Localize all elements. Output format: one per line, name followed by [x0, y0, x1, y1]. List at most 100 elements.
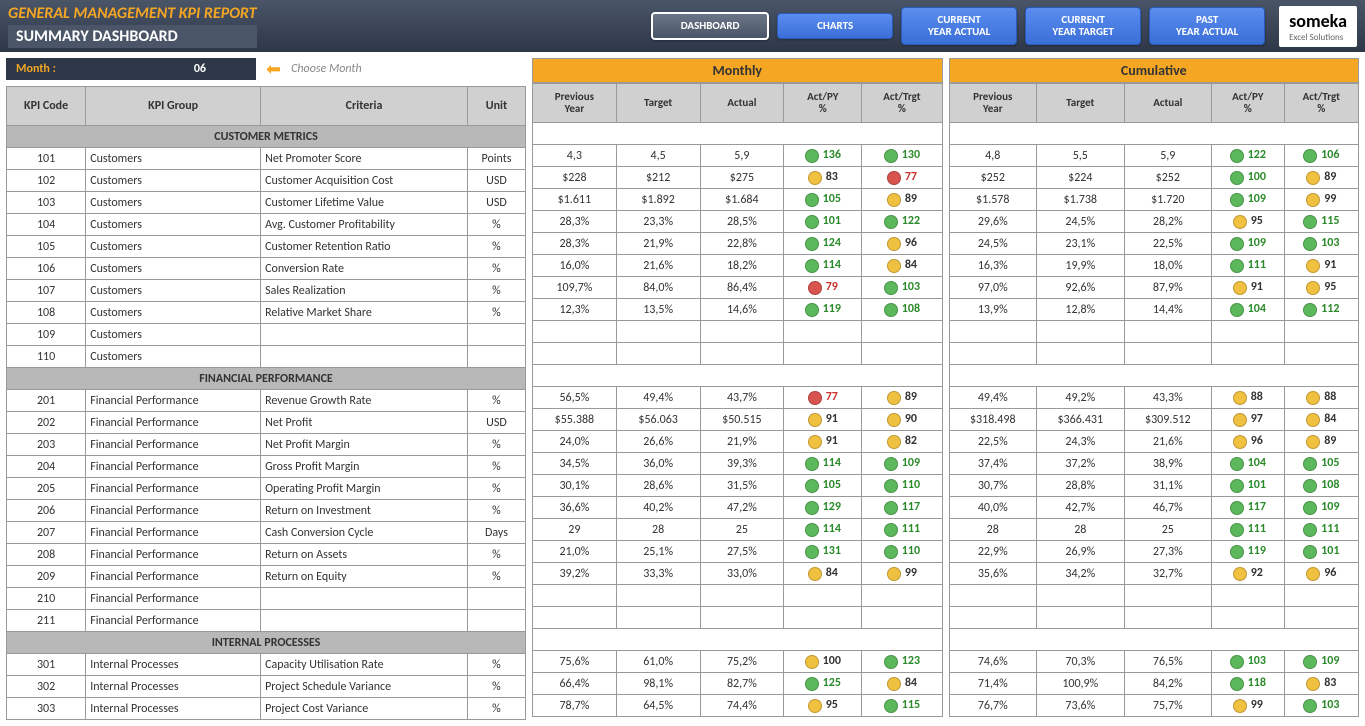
status-dot-icon [1230, 237, 1244, 251]
section-header: INTERNAL PROCESSES [7, 632, 526, 654]
status-dot-icon [1230, 523, 1244, 537]
data-row: $1.611$1.892$1.68410589 [533, 189, 943, 211]
status-dot-icon [884, 523, 898, 537]
kpi-row: 303Internal ProcessesProject Cost Varian… [7, 698, 526, 720]
data-row: 24,0%26,6%21,9%9182 [533, 431, 943, 453]
kpi-row: 105CustomersCustomer Retention Ratio% [7, 236, 526, 258]
kpi-row: 104CustomersAvg. Customer Profitability% [7, 214, 526, 236]
status-dot-icon [884, 303, 898, 317]
status-dot-icon [805, 193, 819, 207]
kpi-row: 211Financial Performance [7, 610, 526, 632]
nav-charts[interactable]: CHARTS [777, 13, 893, 39]
kpi-row: 106CustomersConversion Rate% [7, 258, 526, 280]
kpi-row: 108CustomersRelative Market Share% [7, 302, 526, 324]
status-dot-icon [884, 281, 898, 295]
col-header: Actual [700, 84, 784, 123]
data-row [949, 607, 1359, 629]
cumulative-header: Cumulative [949, 58, 1360, 83]
data-row: 29,6%24,5%28,2%95115 [949, 211, 1359, 233]
status-dot-icon [805, 149, 819, 163]
status-dot-icon [805, 215, 819, 229]
status-dot-icon [1306, 171, 1320, 185]
status-dot-icon [887, 413, 901, 427]
data-row: $252$224$25210089 [949, 167, 1359, 189]
status-dot-icon [1230, 149, 1244, 163]
data-row: 35,6%34,2%32,7%9296 [949, 563, 1359, 585]
status-dot-icon [808, 391, 822, 405]
nav-current-year-actual[interactable]: CURRENTYEAR ACTUAL [901, 7, 1017, 45]
data-row: 12,3%13,5%14,6%119108 [533, 299, 943, 321]
status-dot-icon [884, 215, 898, 229]
status-dot-icon [1230, 457, 1244, 471]
nav-buttons: DASHBOARD CHARTS CURRENTYEAR ACTUALCURRENT… [651, 7, 1265, 45]
status-dot-icon [1303, 699, 1317, 713]
status-dot-icon [884, 457, 898, 471]
status-dot-icon [1233, 215, 1247, 229]
data-row: 16,0%21,6%18,2%11484 [533, 255, 943, 277]
nav-past-year-actual[interactable]: PASTYEAR ACTUAL [1149, 7, 1265, 45]
status-dot-icon [887, 193, 901, 207]
status-dot-icon [887, 677, 901, 691]
data-row [533, 343, 943, 365]
status-dot-icon [1306, 677, 1320, 691]
kpi-row: 101CustomersNet Promoter ScorePoints [7, 148, 526, 170]
col-header: Act/Trgt% [1284, 84, 1358, 123]
status-dot-icon [1306, 413, 1320, 427]
data-row: 74,6%70,3%76,5%103109 [949, 651, 1359, 673]
status-dot-icon [884, 501, 898, 515]
kpi-row: 204Financial PerformanceGross Profit Mar… [7, 456, 526, 478]
status-dot-icon [805, 237, 819, 251]
data-row: 71,4%100,9%84,2%11883 [949, 673, 1359, 695]
kpi-row: 210Financial Performance [7, 588, 526, 610]
status-dot-icon [887, 259, 901, 273]
status-dot-icon [887, 391, 901, 405]
status-dot-icon [1306, 567, 1320, 581]
status-dot-icon [1306, 391, 1320, 405]
data-row: 39,2%33,3%33,0%8499 [533, 563, 943, 585]
status-dot-icon [1230, 479, 1244, 493]
col-header: Actual [1124, 84, 1212, 123]
status-dot-icon [1306, 259, 1320, 273]
data-row: 78,7%64,5%74,4%95115 [533, 695, 943, 717]
report-title: GENERAL MANAGEMENT KPI REPORT [8, 4, 257, 23]
status-dot-icon [1303, 237, 1317, 251]
kpi-row: 208Financial PerformanceReturn on Assets… [7, 544, 526, 566]
month-selector[interactable]: Month : 06 [6, 58, 256, 80]
data-row: 24,5%23,1%22,5%109103 [949, 233, 1359, 255]
status-dot-icon [884, 699, 898, 713]
data-row: 49,4%49,2%43,3%8888 [949, 387, 1359, 409]
col-header: Target [1037, 84, 1125, 123]
nav-dashboard[interactable]: DASHBOARD [651, 12, 769, 40]
section-header: CUSTOMER METRICS [7, 126, 526, 148]
status-dot-icon [805, 677, 819, 691]
data-row: $228$212$2758377 [533, 167, 943, 189]
status-dot-icon [805, 545, 819, 559]
kpi-row: 207Financial PerformanceCash Conversion … [7, 522, 526, 544]
status-dot-icon [808, 281, 822, 295]
data-row: 22,9%26,9%27,3%119101 [949, 541, 1359, 563]
kpi-row: 206Financial PerformanceReturn on Invest… [7, 500, 526, 522]
status-dot-icon [808, 171, 822, 185]
kpi-row: 102CustomersCustomer Acquisition CostUSD [7, 170, 526, 192]
status-dot-icon [1230, 545, 1244, 559]
nav-current-year-target[interactable]: CURRENTYEAR TARGET [1025, 7, 1141, 45]
kpi-row: 205Financial PerformanceOperating Profit… [7, 478, 526, 500]
data-row: 30,1%28,6%31,5%105110 [533, 475, 943, 497]
data-row: 36,6%40,2%47,2%129117 [533, 497, 943, 519]
status-dot-icon [805, 501, 819, 515]
status-dot-icon [1230, 303, 1244, 317]
data-row: 66,4%98,1%82,7%12584 [533, 673, 943, 695]
kpi-table: KPI CodeKPI GroupCriteriaUnitCUSTOMER ME… [6, 86, 526, 720]
data-row [949, 343, 1359, 365]
kpi-row: 201Financial PerformanceRevenue Growth R… [7, 390, 526, 412]
kpi-row: 107CustomersSales Realization% [7, 280, 526, 302]
data-row: 30,7%28,8%31,1%101108 [949, 475, 1359, 497]
status-dot-icon [884, 545, 898, 559]
data-row [949, 585, 1359, 607]
data-row: 28,3%23,3%28,5%101122 [533, 211, 943, 233]
data-row: 109,7%84,0%86,4%79103 [533, 277, 943, 299]
col-header: PreviousYear [533, 84, 617, 123]
kpi-row: 302Internal ProcessesProject Schedule Va… [7, 676, 526, 698]
status-dot-icon [1303, 545, 1317, 559]
status-dot-icon [1230, 501, 1244, 515]
